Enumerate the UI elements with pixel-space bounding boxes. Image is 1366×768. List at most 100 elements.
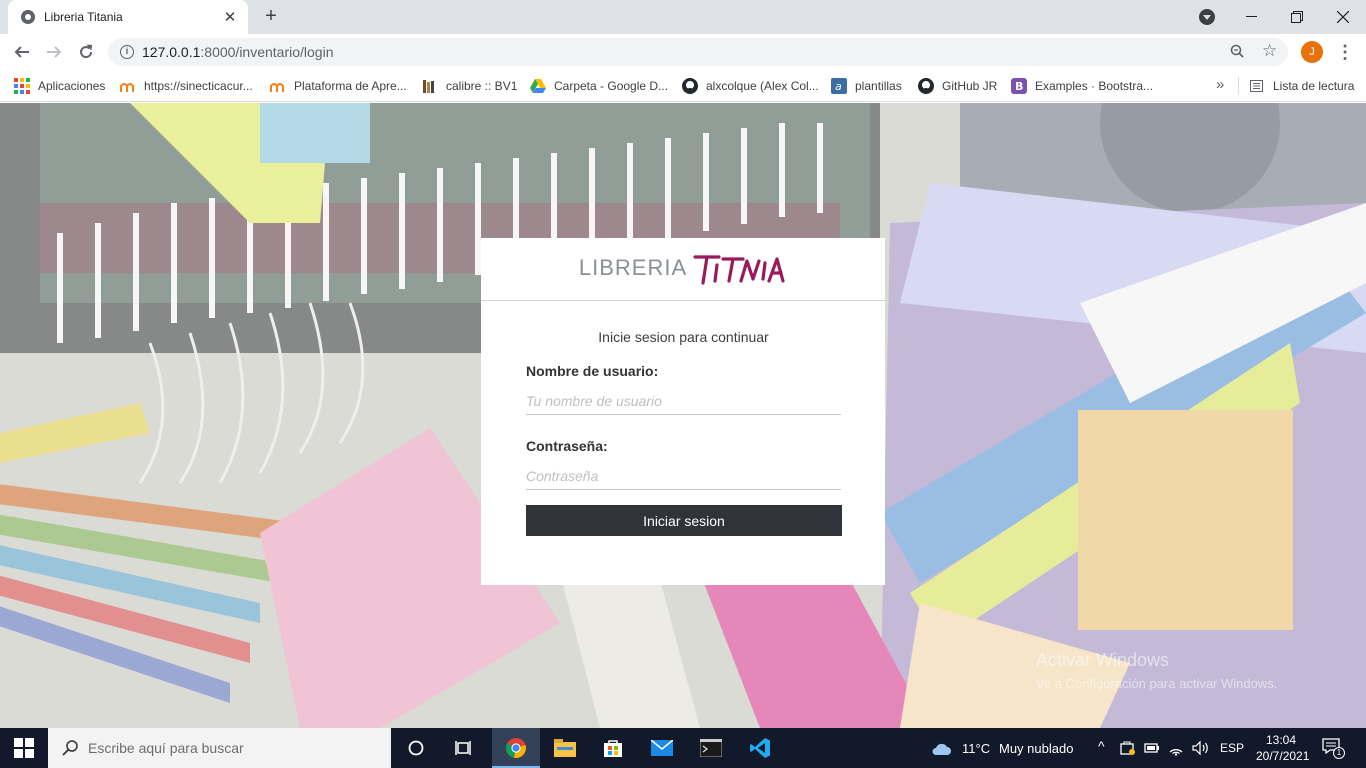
login-card: LIBRERIA Inicie sesion para continuar No… [481, 238, 885, 585]
tab-strip: Libreria Titania ✕ + [0, 0, 1366, 34]
taskbar-search[interactable]: Escribe aquí para buscar [48, 728, 391, 768]
profile-avatar[interactable]: J [1301, 41, 1323, 63]
task-view-button[interactable] [440, 728, 488, 768]
bookmark-label: Carpeta - Google D... [554, 79, 669, 93]
browser-toolbar: i 127.0.0.1:8000/inventario/login ☆ [0, 34, 1366, 70]
cortana-button[interactable] [392, 728, 440, 768]
activation-watermark-subtitle: Ve a Configuración para activar Windows. [1036, 676, 1278, 691]
bookmark-github-jr[interactable]: GitHub JR [918, 76, 997, 96]
volume-icon[interactable] [1192, 740, 1210, 756]
login-header: LIBRERIA [481, 238, 885, 301]
bookmark-label: calibre :: BV1 [446, 79, 518, 93]
titania-logo [693, 255, 785, 285]
cortana-icon [408, 740, 424, 756]
bookmark-bootstrap[interactable]: B Examples · Bootstra... [1011, 76, 1153, 96]
url-text[interactable]: 127.0.0.1:8000/inventario/login [142, 44, 334, 60]
clock[interactable]: 13:04 20/7/2021 [1256, 732, 1310, 764]
zoom-icon[interactable] [1230, 44, 1244, 58]
search-icon [62, 740, 78, 756]
bookmark-plantillas[interactable]: a plantillas [831, 76, 902, 96]
restore-icon [1291, 11, 1303, 23]
username-input[interactable] [526, 393, 841, 415]
clock-date: 20/7/2021 [1256, 749, 1310, 763]
windows-icon [14, 738, 34, 758]
security-icon[interactable] [1120, 740, 1136, 756]
bookmark-label: plantillas [855, 79, 902, 93]
login-form: Inicie sesion para continuar Nombre de u… [481, 301, 885, 536]
forward-button[interactable] [42, 40, 66, 64]
battery-icon[interactable] [1144, 741, 1160, 755]
password-input[interactable] [526, 468, 841, 490]
weather-temp[interactable]: 11°C [962, 741, 990, 756]
login-subtitle: Inicie sesion para continuar [598, 329, 769, 345]
reading-list[interactable]: Lista de lectura [1249, 76, 1354, 96]
tab-search-icon[interactable] [1199, 9, 1215, 25]
close-icon [1337, 11, 1349, 23]
address-bar[interactable]: i 127.0.0.1:8000/inventario/login ☆ [108, 38, 1288, 66]
github-icon [918, 78, 934, 94]
globe-icon [21, 10, 35, 24]
reading-list-label: Lista de lectura [1273, 79, 1355, 93]
bookmark-sinectica[interactable]: https://sinecticacur... [120, 76, 253, 96]
username-label: Nombre de usuario: [526, 363, 659, 379]
password-label: Contraseña: [526, 438, 608, 454]
bookmark-label: alxcolque (Alex Col... [706, 79, 819, 93]
bookmark-apps[interactable]: Aplicaciones [14, 76, 105, 96]
activation-watermark-title: Activar Windows [1036, 650, 1170, 670]
taskbar-chrome[interactable] [492, 728, 540, 768]
search-placeholder: Escribe aquí para buscar [88, 740, 244, 756]
info-icon[interactable]: i [120, 45, 134, 59]
start-button[interactable] [0, 728, 48, 768]
taskbar-terminal[interactable] [687, 728, 735, 768]
taskbar-mail[interactable] [638, 728, 686, 768]
close-tab-icon[interactable]: ✕ [222, 8, 238, 26]
restore-button[interactable] [1274, 0, 1320, 34]
taskbar-store[interactable] [589, 728, 637, 768]
reload-button[interactable] [74, 40, 98, 64]
task-view-icon [455, 741, 471, 755]
login-button[interactable]: Iniciar sesion [526, 505, 842, 536]
bookmark-plataforma[interactable]: Plataforma de Apre... [270, 76, 407, 96]
back-icon [14, 46, 29, 58]
notification-center[interactable]: 1 [1322, 738, 1345, 759]
taskbar-vscode[interactable] [736, 728, 784, 768]
weather-text[interactable]: Muy nublado [999, 741, 1073, 756]
close-window-button[interactable] [1320, 0, 1366, 34]
folder-icon [554, 739, 576, 757]
svg-text:a: a [835, 80, 842, 93]
browser-tab[interactable]: Libreria Titania ✕ [8, 0, 248, 34]
taskbar-file-explorer[interactable] [541, 728, 589, 768]
bookmark-label: Plataforma de Apre... [294, 79, 407, 93]
bookmarks-bar: Aplicaciones https://sinecticacur... Pla… [0, 70, 1366, 102]
language-indicator[interactable]: ESP [1220, 741, 1244, 755]
minimize-icon [1245, 16, 1257, 17]
show-hidden-icons[interactable]: ^ [1098, 738, 1105, 754]
notification-count: 1 [1333, 747, 1345, 759]
bookmark-calibre[interactable]: calibre :: BV1 [422, 76, 517, 96]
minimize-button[interactable] [1228, 0, 1274, 34]
page-content: LIBRERIA Inicie sesion para continuar No… [0, 103, 1366, 728]
google-drive-icon [530, 78, 546, 94]
more-bookmarks-icon[interactable]: » [1216, 76, 1224, 93]
bookmark-alxcolque[interactable]: alxcolque (Alex Col... [682, 76, 819, 96]
bookmark-label: Aplicaciones [38, 79, 106, 93]
moodle-icon [120, 78, 136, 94]
github-icon [682, 78, 698, 94]
bootstrap-icon: B [1011, 78, 1027, 94]
back-button[interactable] [10, 40, 34, 64]
bookmark-star-icon[interactable]: ☆ [1262, 41, 1277, 61]
wifi-icon[interactable] [1168, 740, 1184, 756]
svg-text:B: B [1015, 80, 1023, 93]
store-icon [604, 740, 622, 757]
menu-icon[interactable]: ⋮ [1336, 41, 1354, 63]
cloudy-weather-icon[interactable] [930, 739, 952, 757]
new-tab-button[interactable]: + [260, 5, 282, 27]
chrome-icon [505, 738, 526, 758]
reading-list-icon [1249, 78, 1265, 94]
tab-title: Libreria Titania [44, 10, 123, 24]
clock-time: 13:04 [1265, 733, 1297, 747]
apps-icon [14, 78, 30, 94]
bookmark-label: https://sinecticacur... [144, 79, 253, 93]
bookmark-drive[interactable]: Carpeta - Google D... [530, 76, 668, 96]
books-icon [422, 78, 438, 94]
